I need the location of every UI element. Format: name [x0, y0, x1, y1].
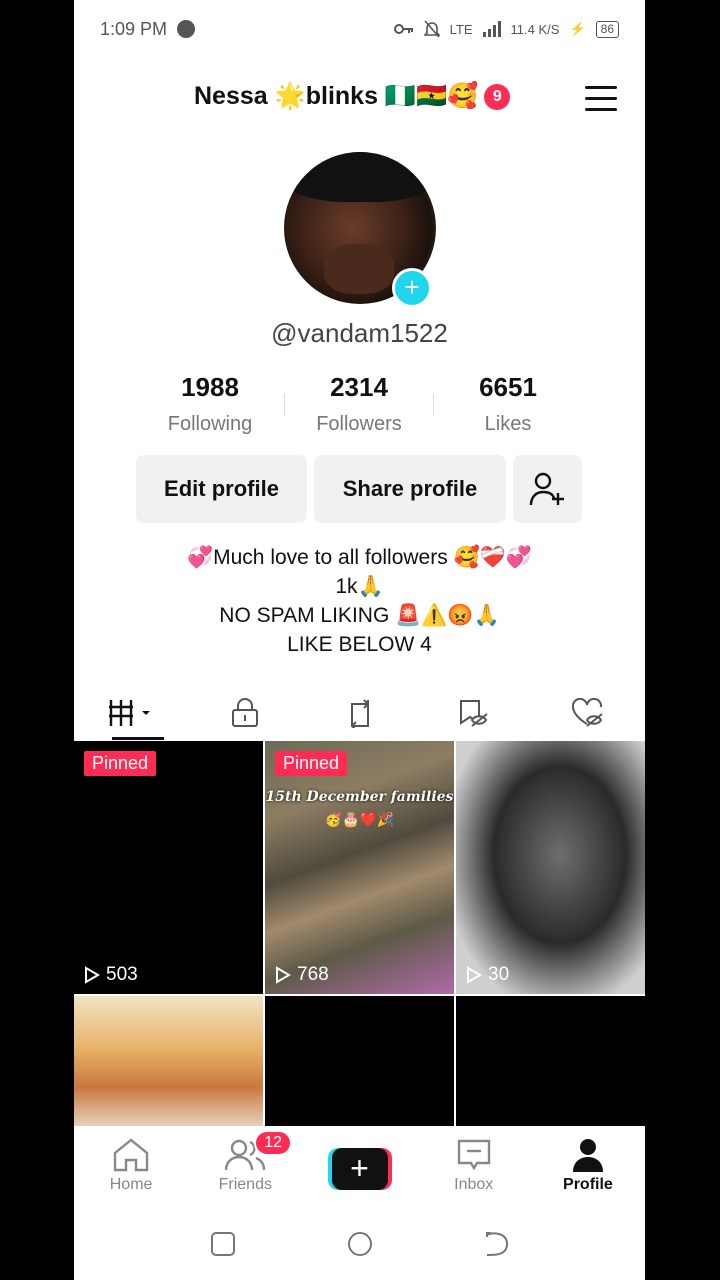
vpn-key-icon: [393, 24, 413, 34]
home-circle-icon[interactable]: [346, 1230, 374, 1258]
profile-title[interactable]: Nessa 🌟blinks 🇳🇬🇬🇭🥰 9: [194, 82, 511, 111]
add-avatar-plus-icon[interactable]: +: [392, 268, 432, 308]
stat-following[interactable]: 1988 Following: [136, 372, 284, 436]
add-user-icon: [529, 472, 564, 506]
profile-icon: [572, 1139, 603, 1172]
bio-line: 1k🙏: [335, 575, 384, 598]
video-thumbnail[interactable]: [74, 996, 263, 1126]
stat-following-label: Following: [167, 413, 253, 435]
add-friend-button[interactable]: [513, 455, 582, 523]
friends-badge: 12: [254, 1130, 292, 1156]
nav-profile-label: Profile: [563, 1176, 613, 1193]
mute-icon: [423, 20, 440, 38]
stat-following-value: 1988: [181, 372, 239, 402]
video-caption-overlay: 15th December families: [265, 789, 454, 805]
bottom-navigation: Home Friends 12 + Inbox Profile: [74, 1126, 645, 1208]
stat-likes[interactable]: 6651 Likes: [434, 372, 582, 436]
video-thumbnail[interactable]: 30: [456, 741, 645, 994]
nav-inbox-label: Inbox: [454, 1176, 494, 1193]
bio-line: LIKE BELOW 4: [287, 633, 432, 656]
view-count-value: 503: [106, 964, 138, 985]
video-caption-emoji: 🥳🎂❤️🎉: [324, 811, 395, 827]
stat-followers-label: Followers: [316, 413, 402, 435]
repost-icon: [350, 699, 369, 728]
play-icon: [467, 966, 482, 984]
profile-header: Nessa 🌟blinks 🇳🇬🇬🇭🥰 9: [74, 72, 645, 126]
video-thumbnail[interactable]: Pinned 15th December families 🥳🎂❤️🎉 768: [265, 741, 454, 994]
create-plus-icon: +: [327, 1148, 392, 1190]
bio-line: 💞Much love to all followers 🥰❤️‍🩹💞: [186, 546, 533, 569]
profile-screen: 1:09 PM LTE 11.4 K/S ⚡ 86 Nessa 🌟blinks …: [74, 0, 645, 1280]
network-type: LTE: [449, 21, 473, 37]
tab-videos[interactable]: [74, 686, 188, 740]
share-profile-button[interactable]: Share profile: [314, 455, 506, 523]
stat-followers[interactable]: 2314 Followers: [285, 372, 433, 436]
view-count-value: 30: [488, 964, 510, 985]
profile-bio: 💞Much love to all followers 🥰❤️‍🩹💞 1k🙏 N…: [74, 543, 645, 659]
status-icons: LTE 11.4 K/S ⚡ 86: [393, 20, 619, 38]
profile-stats: 1988 Following 2314 Followers 6651 Likes: [136, 372, 582, 436]
stat-likes-value: 6651: [479, 372, 537, 402]
content-tabs: [74, 686, 645, 740]
videos-grid-icon: [109, 700, 151, 726]
lock-icon: [232, 698, 259, 727]
view-count: 503: [84, 964, 138, 986]
video-grid: Pinned 503 Pinned 15th December families…: [74, 741, 645, 1126]
nav-home[interactable]: Home: [74, 1126, 188, 1208]
video-thumbnail[interactable]: [456, 996, 645, 1126]
pinned-badge: Pinned: [275, 751, 348, 776]
status-time: 1:09 PM: [100, 18, 168, 39]
charging-icon: ⚡: [569, 21, 586, 36]
play-icon: [276, 966, 291, 984]
switch-account-badge: 9: [484, 83, 511, 110]
bio-line: NO SPAM LIKING 🚨⚠️😡🙏: [219, 604, 500, 627]
nav-inbox[interactable]: Inbox: [417, 1126, 531, 1208]
nav-friends-label: Friends: [218, 1176, 272, 1193]
nav-profile[interactable]: Profile: [531, 1126, 645, 1208]
view-count: 30: [466, 964, 509, 986]
view-count: 768: [275, 964, 329, 986]
video-thumbnail[interactable]: [265, 996, 454, 1126]
signal-icon: [482, 21, 501, 37]
play-icon: [85, 966, 100, 984]
nav-home-label: Home: [109, 1176, 153, 1193]
stat-followers-value: 2314: [330, 372, 388, 402]
back-icon[interactable]: [483, 1231, 511, 1257]
stat-likes-label: Likes: [484, 413, 532, 435]
display-name: Nessa 🌟blinks 🇳🇬🇬🇭🥰: [194, 82, 479, 110]
tab-reposts[interactable]: [302, 686, 416, 740]
inbox-icon: [457, 1139, 490, 1171]
create-plus-glyph: +: [331, 1148, 388, 1190]
network-speed: 11.4 K/S: [510, 21, 560, 37]
view-count-value: 768: [297, 964, 329, 985]
video-thumbnail[interactable]: Pinned 503: [74, 741, 263, 994]
pinned-badge: Pinned: [84, 751, 157, 776]
hamburger-menu-icon[interactable]: [585, 86, 617, 112]
status-bar: 1:09 PM LTE 11.4 K/S ⚡ 86: [74, 0, 645, 58]
home-icon: [113, 1138, 149, 1172]
edit-profile-button[interactable]: Edit profile: [136, 455, 307, 523]
profile-actions: Edit profile Share profile: [136, 455, 582, 523]
recents-icon[interactable]: [209, 1231, 237, 1257]
nav-create[interactable]: +: [302, 1126, 416, 1208]
tab-favorites[interactable]: [417, 686, 531, 740]
notification-dot-icon: [177, 20, 196, 38]
bookmark-hidden-icon: [459, 700, 488, 727]
tab-private[interactable]: [188, 686, 302, 740]
tab-liked[interactable]: [531, 686, 645, 740]
heart-hidden-icon: [571, 698, 603, 727]
nav-friends[interactable]: Friends 12: [188, 1126, 302, 1208]
profile-handle: @vandam1522: [271, 318, 448, 348]
battery-level: 86: [595, 20, 619, 38]
system-navigation: [74, 1208, 645, 1280]
